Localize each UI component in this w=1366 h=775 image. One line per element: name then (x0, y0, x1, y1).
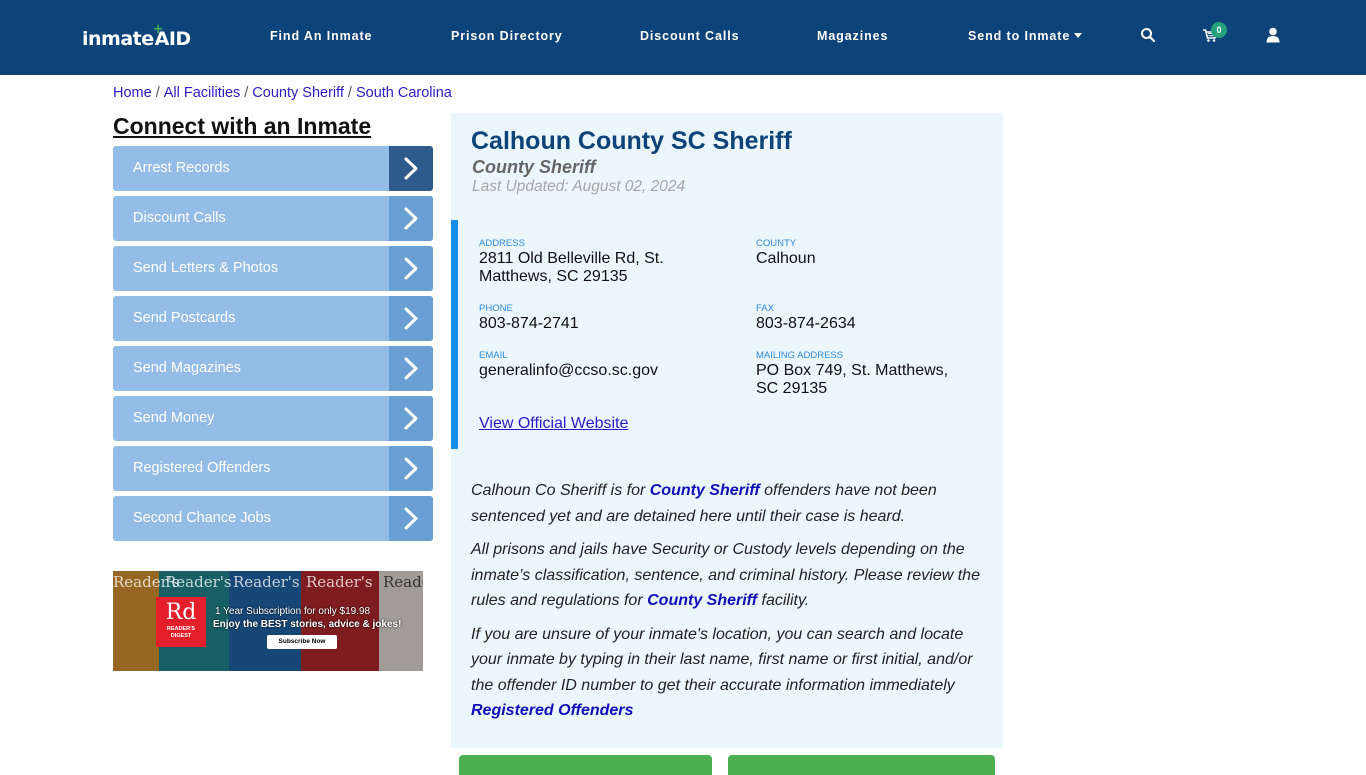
sidebar-item-label: Arrest Records (133, 160, 230, 176)
green-action-button-right[interactable] (728, 755, 995, 775)
facility-info-block: Address 2811 Old Belleville Rd, St. Matt… (451, 220, 1003, 449)
rd-brand-name: READER'S DIGEST (166, 626, 196, 639)
description-paragraph: All prisons and jails have Security or C… (471, 537, 991, 614)
nav-prison-directory[interactable]: Prison Directory (451, 29, 563, 43)
magazine-masthead: Reader's (306, 573, 373, 591)
description-paragraph: If you are unsure of your inmate's locat… (471, 622, 991, 724)
phone-value[interactable]: 803-874-2741 (479, 315, 709, 333)
inmateaid-logo[interactable]: inmate + AID (82, 22, 192, 50)
phone-label: Phone (479, 303, 513, 314)
sidebar-item-send-postcards[interactable]: Send Postcards (113, 296, 433, 341)
nav-find-an-inmate[interactable]: Find An Inmate (270, 29, 372, 43)
sidebar-item-discount-calls[interactable]: Discount Calls (113, 196, 433, 241)
chevron-right-icon (389, 196, 433, 241)
logo-text-aid: + AID (153, 22, 192, 50)
mailing-address-label: Mailing Address (756, 350, 844, 361)
email-value[interactable]: generalinfo@ccso.sc.gov (479, 362, 729, 380)
facility-panel: Calhoun County SC Sheriff County Sheriff… (451, 113, 1003, 748)
readers-digest-ad-banner[interactable]: Reader's Reader's Reader's Reader's Read… (113, 571, 423, 671)
sidebar-item-send-letters-photos[interactable]: Send Letters & Photos (113, 246, 433, 291)
chevron-right-icon (389, 146, 433, 191)
breadcrumb-all-facilities[interactable]: All Facilities (164, 85, 241, 101)
readers-digest-logo: Rd READER'S DIGEST (156, 597, 206, 647)
description-text: facility. (757, 592, 810, 609)
address-label: Address (479, 238, 525, 249)
address-field: Address 2811 Old Belleville Rd, St. Matt… (479, 238, 709, 286)
magazine-masthead: Reader's (233, 573, 300, 591)
mailing-address-field: Mailing Address PO Box 749, St. Matthews… (756, 350, 966, 398)
fax-label: Fax (756, 303, 774, 314)
address-value: 2811 Old Belleville Rd, St. Matthews, SC… (479, 250, 664, 285)
phone-field: Phone 803-874-2741 (479, 303, 709, 333)
magazine-masthead: Reader's (165, 573, 232, 591)
breadcrumb-county-sheriff[interactable]: County Sheriff (252, 85, 344, 101)
sidebar-item-send-money[interactable]: Send Money (113, 396, 433, 441)
breadcrumb-home[interactable]: Home (113, 85, 152, 101)
breadcrumb-south-carolina[interactable]: South Carolina (356, 85, 452, 101)
facility-title: Calhoun County SC Sheriff (471, 127, 792, 155)
county-sheriff-link[interactable]: County Sheriff (650, 482, 760, 499)
sidebar-item-second-chance-jobs[interactable]: Second Chance Jobs (113, 496, 433, 541)
email-label: Email (479, 350, 508, 361)
magazine-masthead: Reader's (383, 573, 423, 591)
sidebar-item-label: Discount Calls (133, 210, 226, 226)
nav-magazines[interactable]: Magazines (817, 29, 888, 43)
email-field: Email generalinfo@ccso.sc.gov (479, 350, 729, 380)
view-official-website-link[interactable]: View Official Website (479, 415, 628, 433)
nav-send-to-inmate-label: Send to Inmate (968, 29, 1071, 43)
logo-text-inmate: inmate (82, 28, 154, 50)
fax-field: Fax 803-874-2634 (756, 303, 976, 333)
sidebar-item-label: Second Chance Jobs (133, 510, 271, 526)
rd-logo-text: Rd (165, 600, 197, 625)
chevron-right-icon (389, 396, 433, 441)
chevron-right-icon (389, 246, 433, 291)
chevron-right-icon (389, 346, 433, 391)
cart-count-badge: 0 (1211, 22, 1227, 38)
ad-offer-text: 1 Year Subscription for only $19.98 (215, 606, 371, 617)
county-sheriff-link[interactable]: County Sheriff (647, 592, 757, 609)
description-text: If you are unsure of your inmate's locat… (471, 625, 973, 694)
sidebar-item-label: Send Magazines (133, 360, 242, 376)
breadcrumb-separator: / (244, 85, 249, 101)
sidebar-menu: Arrest Records Discount Calls Send Lette… (113, 146, 433, 546)
connect-with-inmate-heading: Connect with an Inmate (113, 113, 372, 139)
sidebar-item-label: Send Letters & Photos (133, 260, 279, 276)
sidebar-item-label: Registered Offenders (133, 460, 271, 476)
user-icon[interactable] (1266, 27, 1286, 47)
last-updated: Last Updated: August 02, 2024 (472, 178, 686, 195)
chevron-right-icon (389, 496, 433, 541)
caret-down-icon (1074, 33, 1083, 39)
description-paragraph: Calhoun Co Sheriff is for County Sheriff… (471, 478, 991, 529)
sidebar-item-label: Send Money (133, 410, 215, 426)
breadcrumb-separator: / (155, 85, 160, 101)
green-action-button-left[interactable] (459, 755, 712, 775)
nav-send-to-inmate[interactable]: Send to Inmate (968, 29, 1083, 43)
sidebar-item-send-magazines[interactable]: Send Magazines (113, 346, 433, 391)
ad-tagline: Enjoy the BEST stories, advice & jokes! (213, 619, 402, 630)
sidebar-item-label: Send Postcards (133, 310, 236, 326)
top-navbar: inmate + AID Find An Inmate Prison Direct… (0, 0, 1366, 75)
sidebar-item-arrest-records[interactable]: Arrest Records (113, 146, 433, 191)
county-label: County (756, 238, 797, 249)
chevron-right-icon (389, 446, 433, 491)
chevron-right-icon (389, 296, 433, 341)
breadcrumb: Home / All Facilities / County Sheriff / South… (113, 85, 452, 101)
fax-value: 803-874-2634 (756, 315, 856, 332)
facility-type: County Sheriff (472, 157, 596, 177)
description-text: Calhoun Co Sheriff is for (471, 482, 650, 499)
mailing-address-value: PO Box 749, St. Matthews, SC 29135 (756, 362, 949, 397)
subscribe-now-button[interactable]: Subscribe Now (267, 635, 337, 649)
county-field: County Calhoun (756, 238, 976, 268)
logo-plus-icon: + (152, 22, 164, 37)
nav-discount-calls[interactable]: Discount Calls (640, 29, 739, 43)
breadcrumb-separator: / (347, 85, 352, 101)
county-value: Calhoun (756, 250, 816, 267)
facility-description: Calhoun Co Sheriff is for County Sheriff… (471, 478, 991, 732)
registered-offenders-link[interactable]: Registered Offenders (471, 702, 633, 719)
sidebar-item-registered-offenders[interactable]: Registered Offenders (113, 446, 433, 491)
search-icon[interactable] (1140, 27, 1160, 47)
